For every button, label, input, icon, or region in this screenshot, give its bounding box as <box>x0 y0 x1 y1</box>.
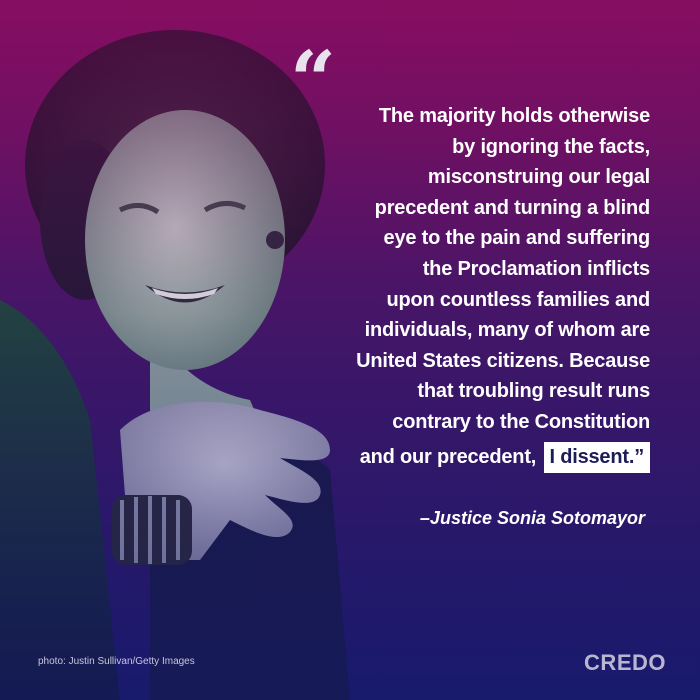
quote-line: misconstruing our legal <box>427 166 650 189</box>
quote-line: precedent and turning a blind <box>374 196 651 219</box>
credo-logo: CREDO <box>584 650 666 675</box>
quote-line: by ignoring the facts, <box>452 135 650 158</box>
quote-line: that troubling result runs <box>417 380 650 403</box>
dissent-highlight: I dissent.” <box>543 441 650 473</box>
quote-last-line: and our precedent, I dissent.” <box>270 441 650 473</box>
quote-line: upon countless families and <box>386 288 650 311</box>
quote-line: individuals, many of whom are <box>364 319 651 342</box>
quote-text: The majority holds otherwise by ignoring… <box>270 101 650 473</box>
quote-line: United States citizens. Because <box>356 349 650 372</box>
quote-line: eye to the pain and suffering <box>383 227 651 250</box>
photo-credit: photo: Justin Sullivan/Getty Images <box>38 656 195 667</box>
quote-line: the Proclamation inflicts <box>422 257 650 280</box>
attribution: –Justice Sonia Sotomayor <box>419 508 645 528</box>
quote-last-line-lead: and our precedent, <box>359 445 537 468</box>
quote-line: contrary to the Constitution <box>392 410 650 433</box>
quote-card: “ The majority holds otherwise by ignori… <box>0 0 700 700</box>
quote-line: The majority holds otherwise <box>378 105 650 127</box>
